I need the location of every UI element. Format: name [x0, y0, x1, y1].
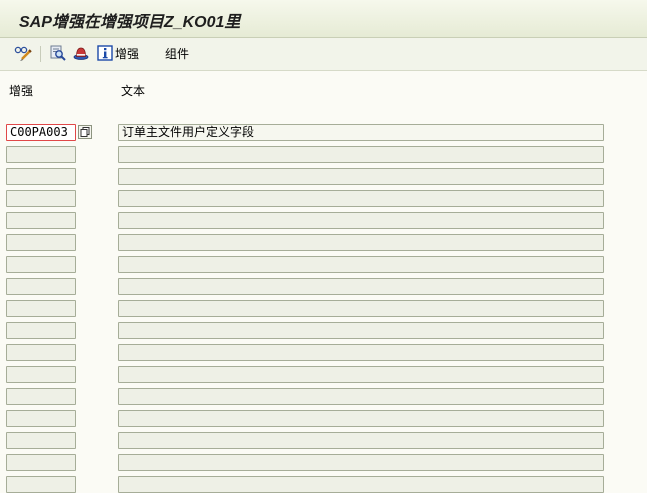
enhancement-field[interactable]	[6, 234, 76, 251]
text-field[interactable]	[118, 190, 604, 207]
copy-icon	[78, 125, 92, 139]
object-button[interactable]	[73, 44, 89, 62]
info-icon	[97, 45, 113, 61]
toolbar-separator	[40, 46, 41, 62]
enhancement-field[interactable]	[6, 146, 76, 163]
application-toolbar: 增强 组件	[0, 38, 647, 71]
enhancement-field[interactable]	[6, 388, 76, 405]
text-field[interactable]	[118, 432, 604, 449]
hat-icon	[73, 47, 89, 60]
text-field[interactable]	[118, 322, 604, 339]
enhancement-field[interactable]	[6, 212, 76, 229]
enhancement-field[interactable]	[6, 476, 76, 493]
enhancement-field[interactable]	[6, 410, 76, 427]
enhancement-field[interactable]	[6, 432, 76, 449]
text-field[interactable]	[118, 278, 604, 295]
where-used-button[interactable]	[50, 44, 66, 62]
value-help-button[interactable]	[78, 125, 92, 139]
components-button[interactable]: 组件	[163, 44, 189, 62]
text-field[interactable]	[118, 388, 604, 405]
enhancement-field[interactable]	[6, 168, 76, 185]
text-field[interactable]	[118, 300, 604, 317]
text-field[interactable]	[118, 256, 604, 273]
glasses-pencil-icon	[14, 46, 32, 61]
text-field[interactable]	[118, 410, 604, 427]
enhancement-field[interactable]	[6, 190, 76, 207]
text-field[interactable]	[118, 146, 604, 163]
enhancement-field[interactable]	[6, 256, 76, 273]
column-header-enhancement: 增强	[9, 84, 34, 98]
enhancement-field[interactable]	[6, 366, 76, 383]
text-field[interactable]: 订单主文件用户定义字段	[118, 124, 604, 141]
text-field[interactable]	[118, 168, 604, 185]
text-field[interactable]	[118, 366, 604, 383]
text-field[interactable]	[118, 234, 604, 251]
enhancement-button-label: 增强	[115, 46, 140, 61]
enhancement-field[interactable]	[6, 278, 76, 295]
page-title: SAP增强在增强项目Z_KO01里	[19, 14, 241, 31]
enhancement-field[interactable]	[6, 300, 76, 317]
components-button-label: 组件	[165, 46, 190, 61]
magnifier-icon	[50, 45, 66, 61]
text-field[interactable]	[118, 476, 604, 493]
text-field[interactable]	[118, 344, 604, 361]
enhancement-field[interactable]: C00PA003	[6, 124, 76, 141]
title-bar: SAP增强在增强项目Z_KO01里	[0, 0, 647, 38]
column-header-text: 文本	[121, 84, 146, 98]
enhancement-field[interactable]	[6, 344, 76, 361]
text-field[interactable]	[118, 212, 604, 229]
enhancement-field[interactable]	[6, 454, 76, 471]
display-change-button[interactable]	[14, 44, 32, 62]
enhancement-field[interactable]	[6, 322, 76, 339]
info-enhancement-button[interactable]: 增强	[97, 44, 139, 62]
text-field[interactable]	[118, 454, 604, 471]
